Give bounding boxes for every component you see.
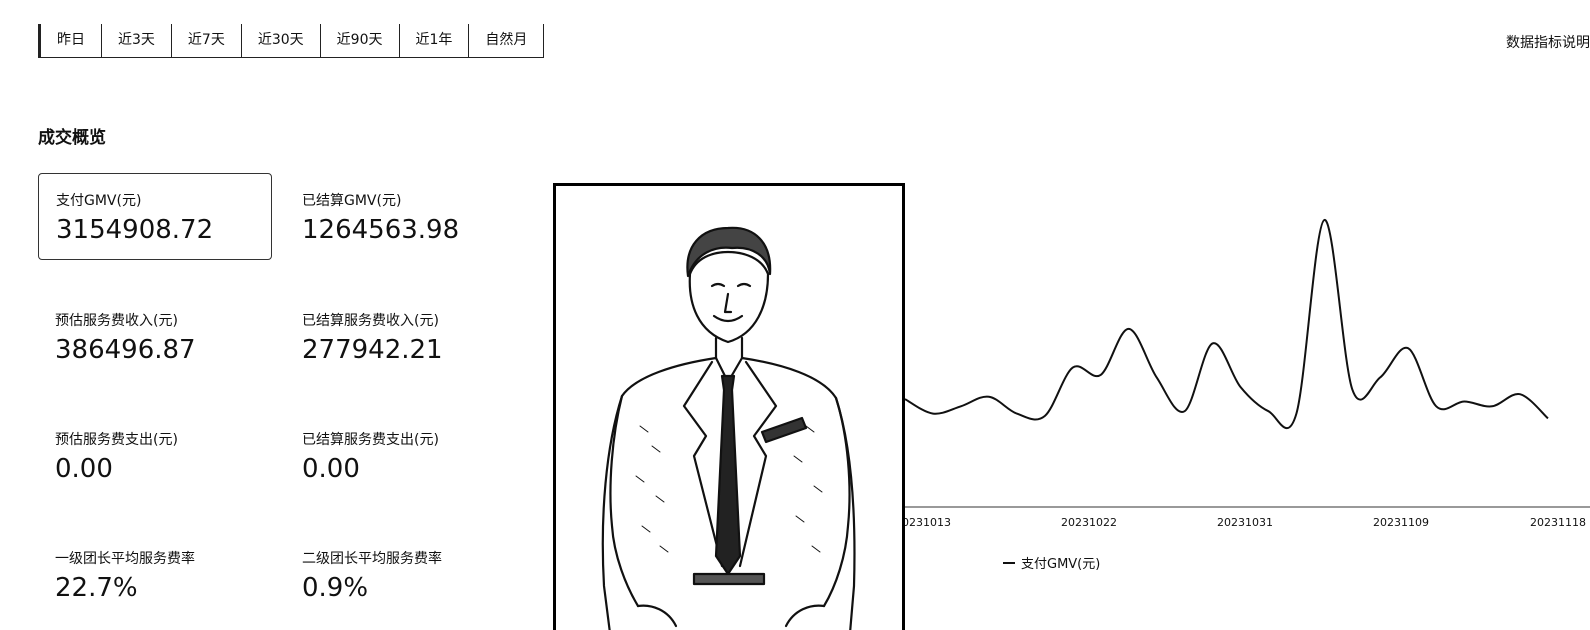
metric-label: 支付GMV(元) <box>56 193 142 209</box>
metric-value: 0.00 <box>55 454 113 484</box>
metric-label: 预估服务费支出(元) <box>55 432 178 448</box>
metric-value: 3154908.72 <box>56 215 214 245</box>
metric-card-pay-gmv[interactable]: 支付GMV(元) 3154908.72 <box>38 173 272 260</box>
metric-value: 0.9% <box>302 573 369 603</box>
metric-label: 二级团长平均服务费率 <box>302 551 442 567</box>
metric-value: 22.7% <box>55 573 138 603</box>
tab-last-7-days[interactable]: 近7天 <box>170 24 241 57</box>
legend-label: 支付GMV(元) <box>1021 557 1101 572</box>
x-tick-label: 20231013 <box>905 516 951 529</box>
x-tick-label: 20231031 <box>1217 516 1273 529</box>
metric-card-est-service-income[interactable]: 预估服务费收入(元) 386496.87 <box>55 312 275 366</box>
chart-legend[interactable]: 支付GMV(元) <box>1003 553 1100 572</box>
tab-yesterday[interactable]: 昨日 <box>39 24 101 57</box>
series-line-pay-gmv <box>905 218 1549 430</box>
metric-card-settled-service-expense[interactable]: 已结算服务费支出(元) 0.00 <box>302 431 522 485</box>
metric-card-settled-service-income[interactable]: 已结算服务费收入(元) 277942.21 <box>302 312 522 366</box>
tab-natural-month[interactable]: 自然月 <box>468 24 544 57</box>
metric-card-level1-rate[interactable]: 一级团长平均服务费率 22.7% <box>55 550 275 604</box>
legend-line-swatch <box>1003 561 1015 564</box>
metric-value: 0.00 <box>302 454 360 484</box>
metric-card-settled-gmv[interactable]: 已结算GMV(元) 1264563.98 <box>302 192 522 246</box>
x-tick-label: 20231118 <box>1530 516 1586 529</box>
tab-last-30-days[interactable]: 近30天 <box>240 24 320 57</box>
metric-label: 预估服务费收入(元) <box>55 313 178 329</box>
date-range-tabs: 昨日 近3天 近7天 近30天 近90天 近1年 自然月 <box>38 24 545 58</box>
tab-last-1-year[interactable]: 近1年 <box>398 24 469 57</box>
metric-label: 已结算GMV(元) <box>302 193 402 209</box>
metric-label: 一级团长平均服务费率 <box>55 551 195 567</box>
person-photo <box>553 183 905 630</box>
metric-value: 277942.21 <box>302 335 443 365</box>
metrics-explanation-link[interactable]: 数据指标说明 <box>1506 32 1590 52</box>
x-tick-label: 20231022 <box>1061 516 1117 529</box>
gmv-line-chart: 20231013 20231022 20231031 20231109 20231118 <box>905 218 1590 529</box>
metric-card-level2-rate[interactable]: 二级团长平均服务费率 0.9% <box>302 550 522 604</box>
x-tick-label: 20231109 <box>1373 516 1429 529</box>
tab-last-90-days[interactable]: 近90天 <box>319 24 399 57</box>
metric-value: 1264563.98 <box>302 215 460 245</box>
metric-card-est-service-expense[interactable]: 预估服务费支出(元) 0.00 <box>55 431 275 485</box>
metric-label: 已结算服务费收入(元) <box>302 313 439 329</box>
metric-value: 386496.87 <box>55 335 196 365</box>
section-title: 成交概览 <box>38 128 106 148</box>
tab-last-3-days[interactable]: 近3天 <box>101 24 171 57</box>
metric-label: 已结算服务费支出(元) <box>302 432 439 448</box>
